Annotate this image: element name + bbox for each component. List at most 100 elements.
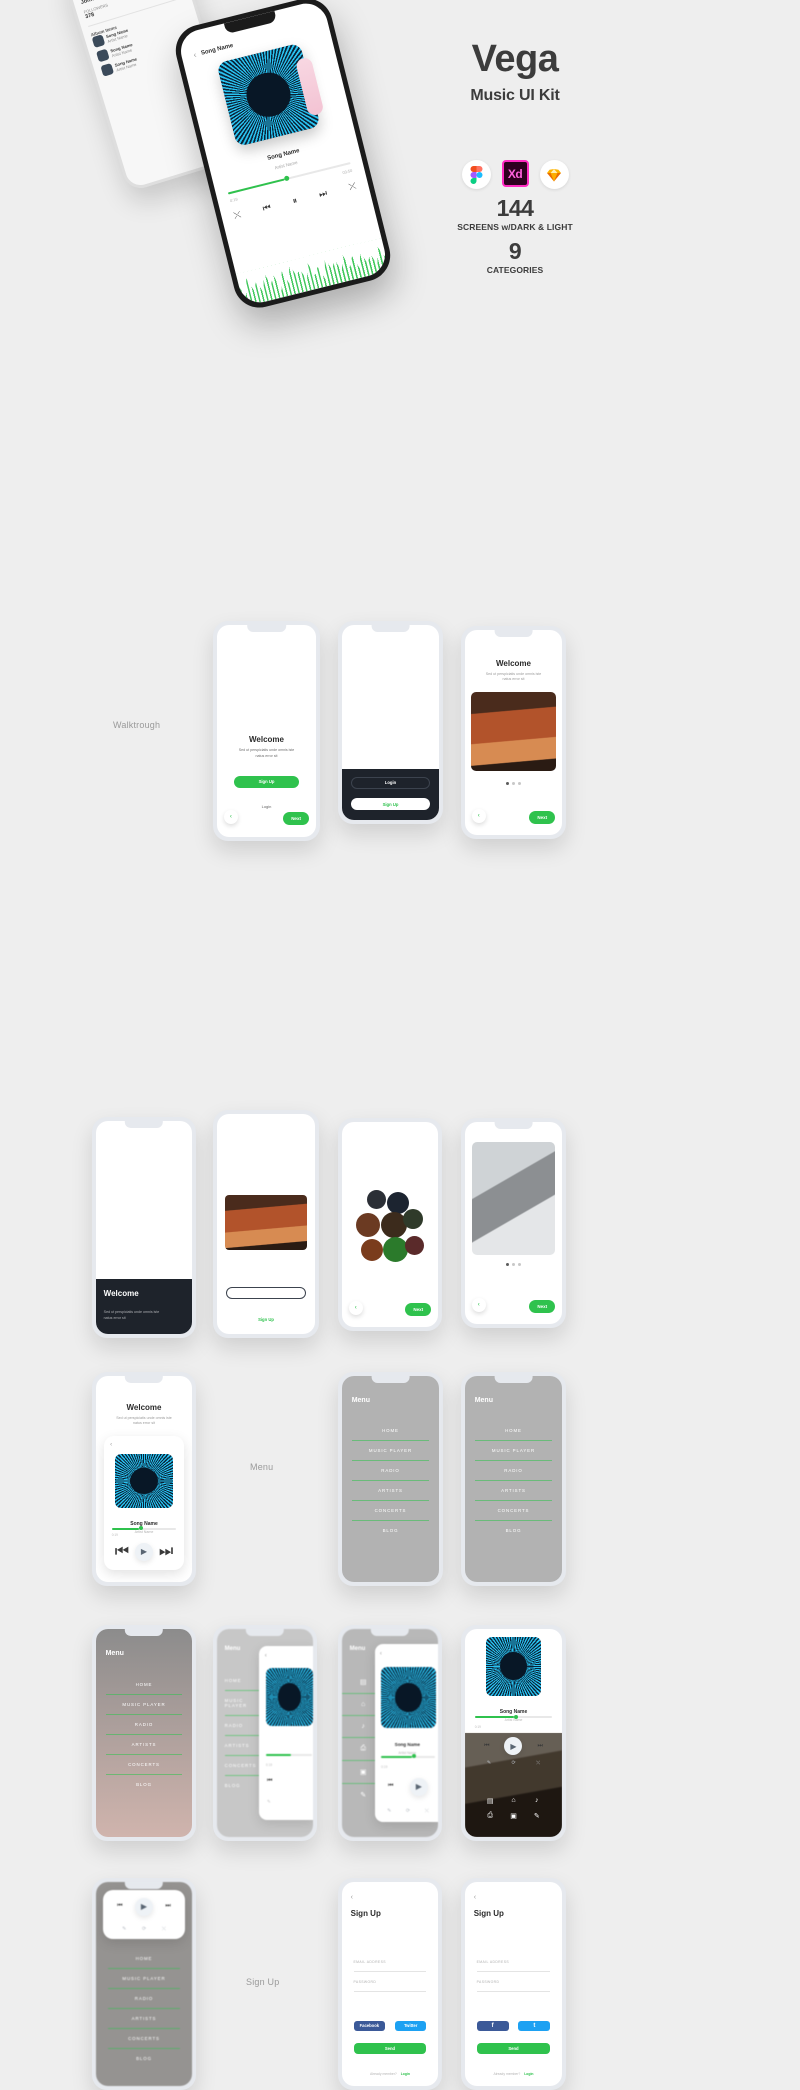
sketch-badge[interactable]	[539, 160, 569, 189]
secondary-controls[interactable]: ✎ ⟳ ⤬	[380, 1808, 436, 1814]
play-button[interactable]: ▶	[135, 1542, 153, 1561]
shuffle-icon[interactable]: ⤬	[425, 1808, 429, 1814]
progress-bar[interactable]	[111, 1526, 177, 1531]
chevron-left-icon[interactable]: ‹	[351, 1894, 353, 1901]
menu-item-home[interactable]: HOME	[105, 1675, 183, 1695]
menu-item-blog[interactable]: BLOG	[352, 1521, 430, 1540]
menu-item-artists[interactable]: ARTISTS	[351, 1481, 430, 1502]
player-controls[interactable]: ⏮ ▶ ⏭	[477, 1737, 551, 1756]
twitter-button[interactable]: t	[518, 2020, 551, 2031]
repeat-icon[interactable]: ⤫	[348, 180, 358, 192]
sign-up-buttons[interactable]: ‹ Sign Up EMAIL ADDRESS PASSWORD Faceboo…	[338, 1878, 442, 2090]
back-button[interactable]: ‹	[348, 1300, 363, 1315]
menu-item-concerts[interactable]: CONCERTS	[224, 1756, 264, 1776]
next-icon[interactable]: ⏭	[318, 188, 329, 201]
twitter-button[interactable]: Twitter	[394, 2020, 427, 2031]
back-button[interactable]: ‹	[471, 808, 486, 823]
menu-item-music-player[interactable]: MUSIC PLAYER	[105, 1695, 183, 1715]
shuffle-icon[interactable]: ⤬	[162, 1926, 166, 1932]
menu-item-music-player[interactable]: MUSIC PLAYER	[224, 1691, 264, 1716]
login-button[interactable]: Login	[350, 776, 431, 789]
login-link[interactable]: Login	[401, 2072, 410, 2076]
menu-list[interactable]: HOME MUSIC PLAYER RADIO ARTISTS CONCERTS…	[342, 1421, 439, 1540]
onboarding-welcome-dark[interactable]: Welcome Sed ut perspiciatis unde omnis i…	[213, 1110, 319, 1338]
secondary-controls[interactable]: ✎ ⟳ ⤬	[114, 1926, 173, 1932]
save-icon[interactable]: ▣	[502, 1812, 525, 1820]
menu-stage-1[interactable]: Menu HOME MUSIC PLAYER RADIO ARTISTS CON…	[338, 1372, 443, 1586]
play-button[interactable]: ▶	[504, 1737, 523, 1756]
player-controls[interactable]: ⏮ ▶ ⏭	[112, 1542, 177, 1561]
menu-item-music-player[interactable]: MUSIC PLAYER	[107, 1969, 181, 1990]
previous-icon[interactable]: ⏮	[115, 1543, 129, 1561]
previous-icon[interactable]: ⏮	[262, 202, 273, 215]
previous-icon[interactable]: ⏮	[388, 1783, 393, 1790]
email-field[interactable]: EMAIL ADDRESS	[476, 1960, 551, 1972]
login-button[interactable]: Login	[225, 1286, 307, 1299]
menu-item-artists[interactable]: ARTISTS	[105, 1735, 183, 1755]
sign-up-button[interactable]: Sign Up	[233, 775, 300, 788]
previous-icon[interactable]: ⏮	[117, 1903, 122, 1910]
login-link[interactable]: Login	[524, 2072, 533, 2076]
player-grid-icons[interactable]: Song Name Artist Name 0:19 ⏮ ▶ ⏭ ✎ ⟳ ⤬ ▤…	[461, 1625, 566, 1841]
menu-item-blog[interactable]: BLOG	[108, 2049, 181, 2068]
menu-item-concerts[interactable]: CONCERTS	[474, 1501, 553, 1522]
radio-icon[interactable]: ⎙	[479, 1812, 502, 1820]
previous-icon[interactable]: ⏮	[484, 1743, 489, 1750]
menu-item-concerts[interactable]: CONCERTS	[351, 1501, 430, 1522]
menu-item-concerts[interactable]: CONCERTS	[107, 2029, 181, 2050]
menu-item-concerts[interactable]: CONCERTS	[105, 1755, 183, 1775]
menu-item-radio[interactable]: RADIO	[474, 1461, 553, 1482]
progress-bar[interactable]	[474, 1714, 553, 1719]
pager[interactable]	[465, 781, 562, 785]
chevron-left-icon[interactable]: ‹	[110, 1442, 112, 1448]
menu-icons-player[interactable]: Menu ▤ ⌂ ♪ ⎙ ▣ ✎ ‹ Song Name Artist Name…	[338, 1625, 442, 1841]
menu-stage-2[interactable]: Menu HOME MUSIC PLAYER RADIO ARTISTS CON…	[461, 1372, 566, 1586]
menu-list[interactable]: HOME MUSIC PLAYER RADIO ARTISTS CONCERTS…	[96, 1949, 192, 2068]
icon-grid[interactable]: ▤ ⌂ ♪ ⎙ ▣ ✎	[479, 1797, 549, 1820]
shuffle-icon[interactable]: ⤬	[233, 209, 243, 221]
menu-item-radio[interactable]: RADIO	[351, 1461, 430, 1482]
repeat-icon[interactable]: ⟳	[142, 1926, 146, 1932]
submit-button[interactable]: Send	[353, 2043, 427, 2055]
repeat-icon[interactable]: ⟳	[406, 1808, 410, 1814]
menu-item-blog[interactable]: BLOG	[106, 1775, 183, 1794]
facebook-button[interactable]: Facebook	[353, 2020, 386, 2031]
adobe-xd-badge[interactable]: Xd	[501, 160, 529, 187]
menu-item-home[interactable]: HOME	[107, 1949, 181, 1970]
next-icon[interactable]: ⏭	[537, 1743, 542, 1750]
pager[interactable]	[465, 1263, 562, 1267]
library-icon[interactable]: ▤	[479, 1797, 502, 1805]
menu-item-artists[interactable]: ARTISTS	[224, 1736, 264, 1756]
menu-red-abstract[interactable]: Menu HOME MUSIC PLAYER RADIO ARTISTS CON…	[92, 1625, 196, 1841]
chevron-left-icon[interactable]: ‹	[193, 50, 198, 59]
play-button[interactable]: ▶	[134, 1897, 153, 1916]
onboarding-select-interests[interactable]: Select your interests Sed ut perspiciati…	[338, 1118, 442, 1331]
welcome-player-light[interactable]: Welcome Sed ut perspiciatis unde omnis i…	[92, 1372, 196, 1586]
sign-up-button[interactable]: Sign Up	[225, 1313, 307, 1326]
menu-list[interactable]: HOME MUSIC PLAYER RADIO ARTISTS CONCERTS…	[96, 1675, 192, 1794]
edit-icon[interactable]: ✎	[487, 1760, 491, 1766]
edit-icon[interactable]: ✎	[267, 1799, 271, 1805]
menu-item-blog[interactable]: BLOG	[225, 1776, 263, 1795]
pager[interactable]	[96, 1270, 192, 1274]
menu-item-radio[interactable]: RADIO	[105, 1715, 183, 1735]
submit-button[interactable]: Send	[476, 2043, 551, 2055]
menu-list[interactable]: HOME MUSIC PLAYER RADIO ARTISTS CONCERTS…	[465, 1421, 562, 1540]
menu-item-music-player[interactable]: MUSIC PLAYER	[351, 1441, 430, 1462]
mini-player-menu[interactable]: ⏮ ▶ ⏭ ✎ ⟳ ⤬ HOME MUSIC PLAYER RADIO ARTI…	[92, 1878, 196, 2090]
onboarding-guitars-light[interactable]: ‹ Next	[461, 1118, 566, 1328]
next-icon[interactable]: ⏭	[165, 1903, 170, 1910]
facebook-button[interactable]: f	[476, 2020, 509, 2031]
repeat-icon[interactable]: ⟳	[511, 1760, 515, 1766]
secondary-controls[interactable]: ✎ ⟳ ⤬	[477, 1760, 551, 1766]
walkthrough-piano-login[interactable]: Login Sign Up	[338, 621, 443, 824]
next-button[interactable]: Next	[529, 1299, 556, 1313]
edit-icon[interactable]: ✎	[525, 1812, 548, 1820]
menu-item-home[interactable]: HOME	[224, 1671, 264, 1691]
menu-item-artists[interactable]: ARTISTS	[474, 1481, 553, 1502]
progress-bar[interactable]	[265, 1753, 312, 1756]
next-button[interactable]: Next	[405, 1302, 432, 1316]
sign-up-button[interactable]: Sign Up	[350, 798, 431, 811]
walkthrough-welcome-light[interactable]: Welcome Sed ut perspiciatis unde omnis i…	[461, 626, 566, 839]
menu-item-home[interactable]: HOME	[351, 1421, 430, 1442]
